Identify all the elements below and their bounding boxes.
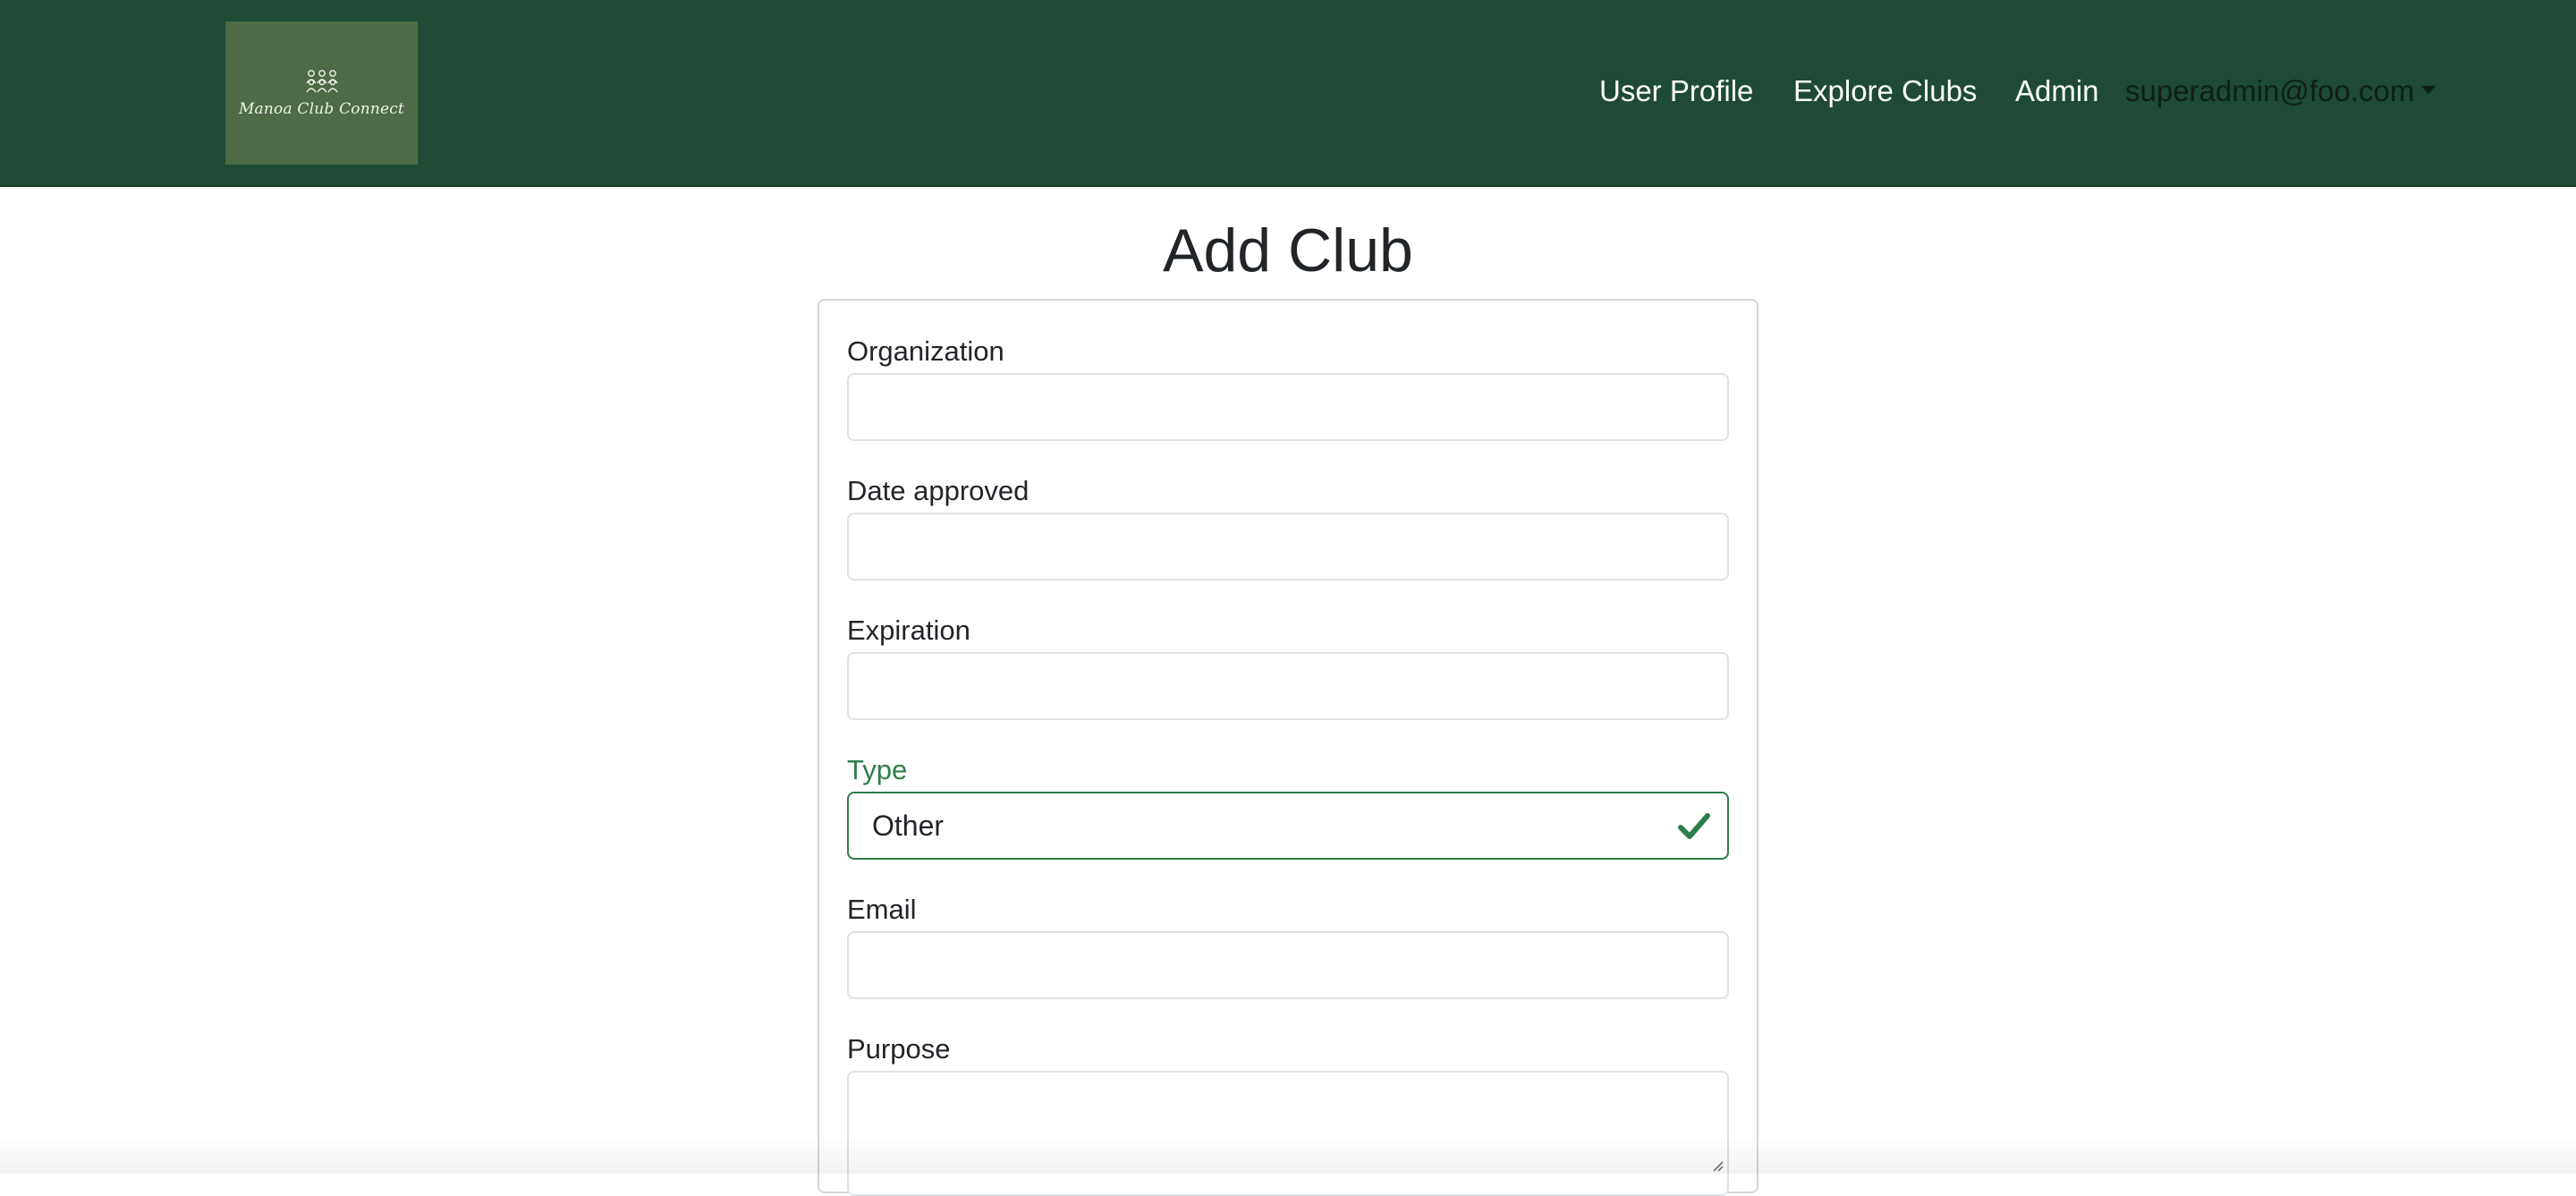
organization-label: Organization	[847, 335, 1004, 367]
nav-admin[interactable]: Admin	[2015, 73, 2099, 109]
people-group-icon	[305, 70, 338, 93]
expiration-input[interactable]	[847, 652, 1729, 720]
top-navbar: Manoa Club Connect User Profile Explore …	[0, 0, 2576, 187]
user-email: superadmin@foo.com	[2125, 74, 2415, 107]
date-approved-label: Date approved	[847, 475, 1030, 506]
expiration-label: Expiration	[847, 615, 970, 646]
page-title: Add Club	[1163, 216, 1413, 284]
email-label: Email	[847, 894, 917, 925]
user-menu-dropdown[interactable]: superadmin@foo.com	[2125, 73, 2436, 109]
purpose-label: Purpose	[847, 1033, 951, 1065]
type-selected-value: Other	[872, 810, 945, 842]
resize-handle-icon[interactable]	[1711, 1159, 1724, 1172]
date-approved-input[interactable]	[847, 513, 1729, 581]
nav-user-profile[interactable]: User Profile	[1599, 73, 1753, 109]
email-input[interactable]	[847, 931, 1729, 999]
brand-logo[interactable]: Manoa Club Connect	[225, 21, 418, 165]
caret-down-icon	[2421, 85, 2436, 94]
nav-explore-clubs[interactable]: Explore Clubs	[1793, 73, 1977, 109]
purpose-textarea[interactable]	[847, 1071, 1729, 1196]
type-label: Type	[847, 754, 908, 785]
checkmark-icon	[1678, 813, 1710, 839]
brand-logo-text: Manoa Club Connect	[238, 100, 405, 118]
organization-input[interactable]	[847, 373, 1729, 441]
type-select[interactable]: Other	[847, 792, 1729, 860]
